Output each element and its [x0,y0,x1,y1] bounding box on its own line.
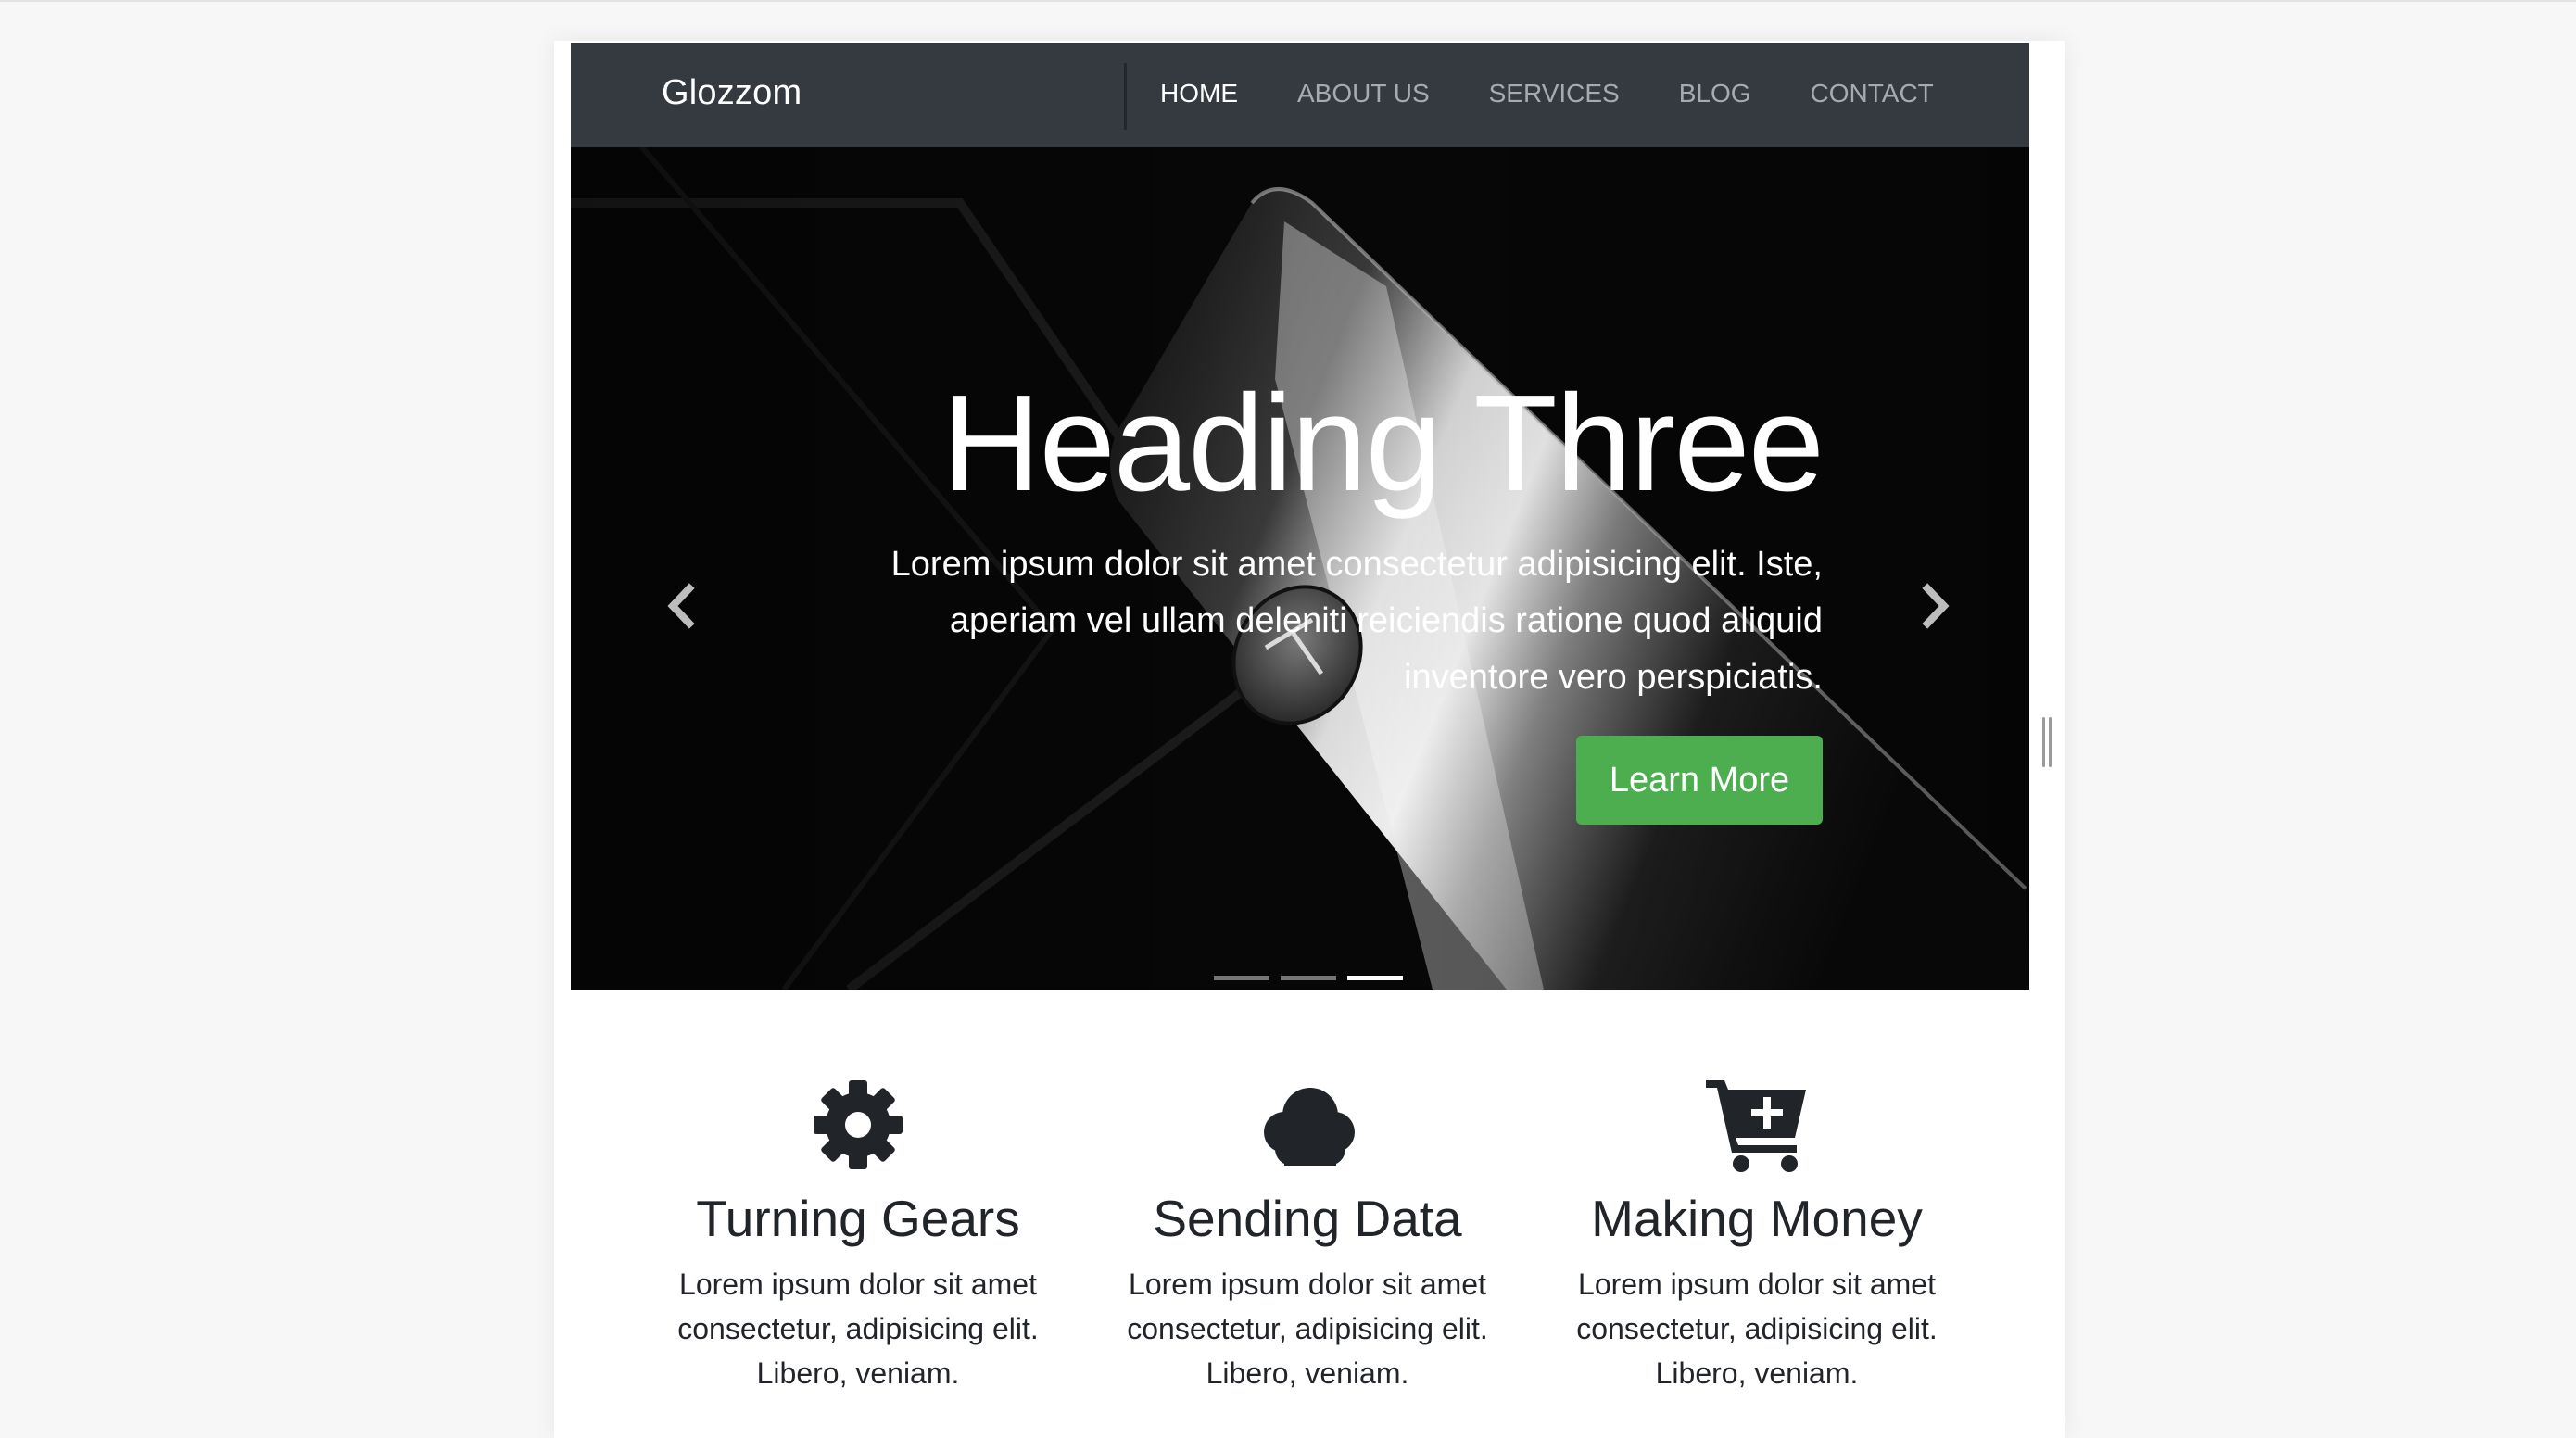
nav-link-services[interactable]: SERVICES [1489,78,1620,109]
learn-more-button[interactable]: Learn More [1576,736,1823,825]
hero-text: Lorem ipsum dolor sit amet consectetur a… [890,545,1823,697]
cart-plus-icon [1706,1080,1806,1172]
carousel-next-button[interactable] [1916,583,1953,629]
feature-text: Lorem ipsum dolor sit amet consectetur, … [1127,1268,1488,1390]
feature-card: Sending Data Lorem ipsum dolor sit amet … [1094,1075,1521,1395]
feature-text: Lorem ipsum dolor sit amet consectetur, … [677,1268,1039,1390]
nav-link-contact[interactable]: CONTACT [1811,78,1934,109]
carousel-prev-button[interactable] [663,583,701,629]
feature-title: Turning Gears [696,1190,1020,1247]
nav-divider [1124,63,1127,130]
chevron-left-icon [667,583,695,629]
feature-title: Making Money [1591,1190,1923,1247]
hero-carousel: Heading Three Lorem ipsum dolor sit amet… [571,147,2029,990]
navbar: Glozzom HOME ABOUT US SERVICES BLOG CONT… [571,43,2029,147]
browser-top-edge [0,0,2576,2]
nav-link-blog[interactable]: BLOG [1679,78,1751,109]
feature-card: Making Money Lorem ipsum dolor sit amet … [1544,1075,1970,1395]
nav-links: HOME ABOUT US SERVICES BLOG CONTACT [1160,78,1934,109]
feature-text: Lorem ipsum dolor sit amet consectetur, … [1576,1268,1938,1390]
carousel-indicators [1214,976,1403,980]
feature-card: Turning Gears Lorem ipsum dolor sit amet… [645,1075,1071,1395]
cloud-icon [1264,1088,1355,1166]
website: Glozzom HOME ABOUT US SERVICES BLOG CONT… [571,43,2029,1438]
carousel-indicator-2[interactable] [1281,976,1336,980]
nav-link-about-us[interactable]: ABOUT US [1297,78,1430,109]
gear-icon [814,1080,903,1169]
hero-heading: Heading Three [941,367,1825,520]
carousel-indicator-3[interactable] [1347,976,1403,980]
carousel-indicator-1[interactable] [1214,976,1269,980]
feature-title: Sending Data [1153,1190,1462,1247]
features-section: Turning Gears Lorem ipsum dolor sit amet… [571,990,2029,1438]
resize-handle[interactable] [2042,717,2053,767]
brand-logo[interactable]: Glozzom [662,74,802,111]
nav-link-home[interactable]: HOME [1160,78,1238,109]
chevron-right-icon [1922,583,1950,629]
